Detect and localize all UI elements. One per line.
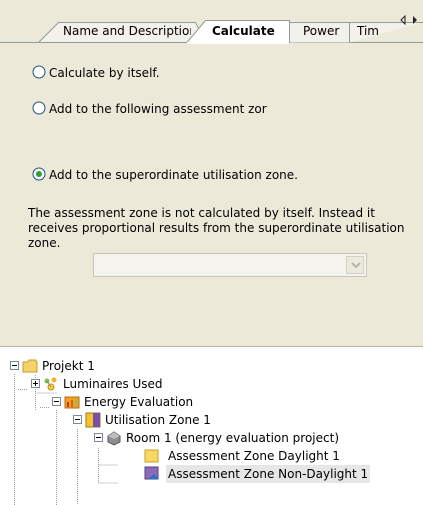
collapse-toggle[interactable]	[94, 433, 103, 442]
energy-icon	[64, 394, 80, 410]
tab-power[interactable]: Power	[303, 22, 347, 40]
option-label: Calculate by itself.	[49, 66, 160, 80]
tree-node-assessment-zone-daylight[interactable]: Assessment Zone Daylight 1	[168, 447, 340, 465]
expand-toggle[interactable]	[31, 379, 40, 388]
assessment-zone-select[interactable]	[93, 253, 367, 277]
chevron-right-icon[interactable]	[410, 14, 420, 26]
radio-button-icon[interactable]	[32, 65, 46, 79]
folder-icon	[22, 358, 38, 374]
chevron-down-icon	[351, 262, 361, 269]
tree-node-energy-evaluation[interactable]: Energy Evaluation	[84, 393, 193, 411]
tab-calculate[interactable]: Calculate	[212, 22, 284, 40]
dropdown-button[interactable]	[346, 256, 364, 274]
chevron-left-icon[interactable]	[398, 14, 408, 26]
project-tree: Projekt 1 Luminaires Used Energy Evaluat…	[0, 347, 423, 505]
option-label: Add to the following assessment zor	[49, 102, 267, 116]
tree-node-projekt[interactable]: Projekt 1	[42, 357, 95, 375]
tree-node-luminaires-used[interactable]: Luminaires Used	[63, 375, 163, 393]
room-icon	[106, 430, 122, 446]
tab-strip: Name and Description Calculate Power Tim	[0, 0, 423, 44]
radio-button-icon[interactable]	[32, 101, 46, 115]
zone-icon	[85, 412, 101, 428]
collapse-toggle[interactable]	[52, 397, 61, 406]
tree-node-room[interactable]: Room 1 (energy evaluation project)	[126, 429, 339, 447]
tree-node-assessment-zone-non-daylight[interactable]: Assessment Zone Non-Daylight 1	[166, 465, 371, 483]
tree-node-utilisation-zone[interactable]: Utilisation Zone 1	[105, 411, 211, 429]
properties-panel: Name and Description Calculate Power Tim…	[0, 0, 423, 347]
nondaylight-zone-icon	[144, 466, 160, 482]
tab-name-and-description[interactable]: Name and Description	[63, 22, 191, 40]
collapse-toggle[interactable]	[73, 415, 82, 424]
tab-tim[interactable]: Tim	[357, 22, 387, 40]
option-label: Add to the superordinate utilisation zon…	[49, 168, 298, 182]
luminaires-icon	[43, 376, 59, 392]
calculation-description: The assessment zone is not calculated by…	[28, 206, 405, 250]
radio-button-selected-icon[interactable]	[32, 167, 46, 181]
collapse-toggle[interactable]	[10, 361, 19, 370]
daylight-zone-icon	[144, 448, 160, 464]
